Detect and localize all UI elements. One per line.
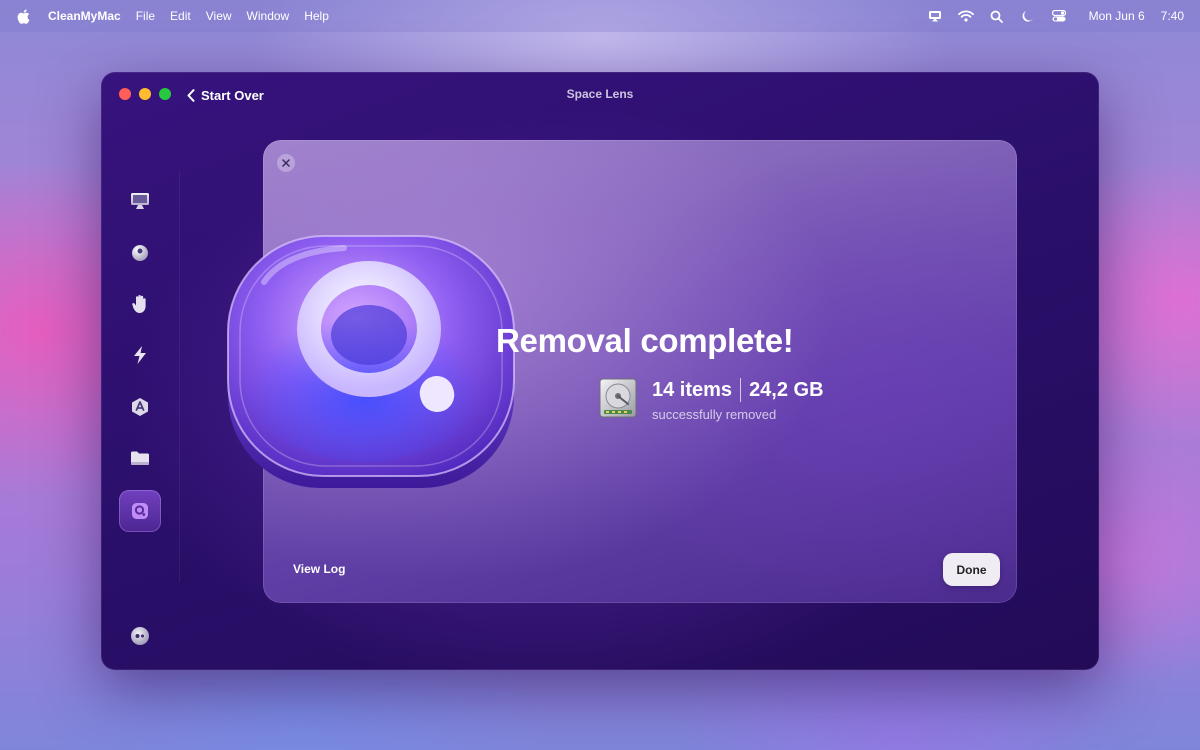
apple-icon[interactable] (14, 7, 32, 25)
menu-bar: CleanMyMac File Edit View Window Help Mo… (0, 0, 1200, 32)
menu-app-name[interactable]: CleanMyMac (48, 9, 121, 23)
focus-moon-icon[interactable] (1020, 8, 1036, 24)
menu-window[interactable]: Window (247, 9, 290, 23)
app-store-icon (132, 398, 148, 416)
sidebar-item-smart-scan[interactable] (119, 180, 161, 222)
screen-mirroring-icon[interactable] (927, 8, 943, 24)
sidebar-item-performance[interactable] (119, 334, 161, 376)
wifi-icon[interactable] (957, 8, 974, 24)
folder-icon (131, 451, 149, 465)
monitor-icon (131, 193, 149, 209)
removed-size: 24,2 GB (749, 378, 824, 401)
result-summary: 14 items 24,2 GB successfully removed (598, 377, 824, 422)
card-close-button[interactable] (277, 154, 295, 172)
menu-bar-extras: Mon Jun 6 7:40 (912, 8, 1186, 24)
hard-drive-icon (599, 378, 637, 418)
search-icon[interactable] (989, 8, 1005, 24)
assistant-icon[interactable] (130, 626, 150, 646)
space-lens-icon (132, 503, 148, 519)
sidebar-item-space-lens[interactable] (119, 490, 161, 532)
hand-icon (132, 295, 146, 313)
view-log-button[interactable]: View Log (293, 562, 345, 576)
result-stats: 14 items 24,2 GB successfully removed (652, 377, 824, 422)
close-icon (282, 159, 290, 167)
items-count: 14 items (652, 378, 733, 401)
sidebar-item-cleanup[interactable] (119, 232, 161, 274)
menu-view[interactable]: View (206, 9, 232, 23)
result-subtitle: successfully removed (652, 407, 777, 422)
result-stats-line: 14 items 24,2 GB (652, 377, 824, 403)
menu-file[interactable]: File (136, 9, 155, 23)
menu-edit[interactable]: Edit (170, 9, 191, 23)
menu-date[interactable]: Mon Jun 6 (1089, 9, 1145, 23)
result-headline: Removal complete! (496, 322, 794, 359)
menu-help[interactable]: Help (304, 9, 329, 23)
done-button[interactable]: Done (943, 553, 1000, 586)
window-title: Space Lens (566, 87, 634, 101)
sidebar-item-applications[interactable] (119, 386, 161, 428)
space-lens-hero-icon (227, 235, 515, 488)
lightning-icon (134, 346, 146, 364)
stats-divider (740, 378, 742, 402)
sidebar-item-my-clutter[interactable] (119, 437, 161, 479)
menu-time[interactable]: 7:40 (1161, 9, 1184, 23)
bubble-icon (132, 245, 148, 261)
control-center-icon[interactable] (1051, 8, 1067, 24)
sidebar-item-protection[interactable] (119, 283, 161, 325)
sidebar-divider (179, 172, 180, 582)
